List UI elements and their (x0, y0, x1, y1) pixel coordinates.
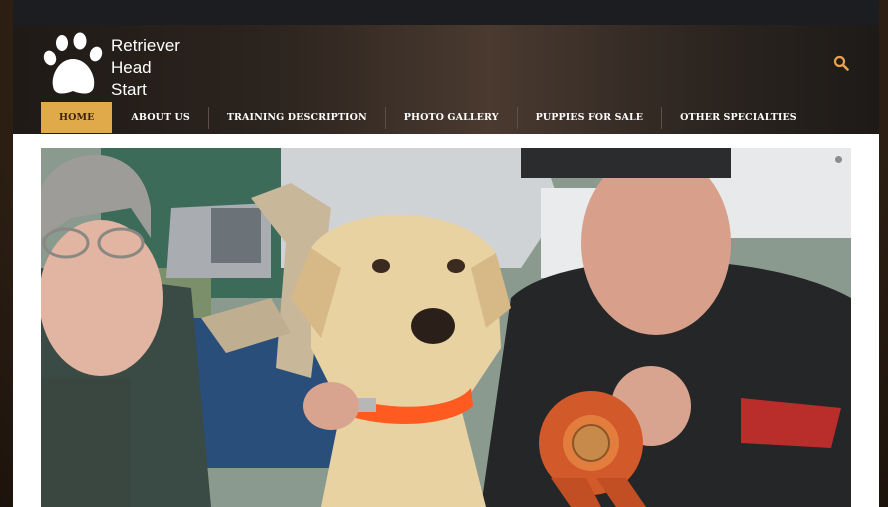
nav-about-label: ABOUT US (131, 112, 190, 123)
page-wrapper: Retriever Head Start HOME ABOUT US TRAIN… (13, 0, 879, 507)
hero-slideshow[interactable] (41, 148, 851, 507)
logo-line-3: Start (111, 80, 147, 99)
nav-specialties-label: OTHER SPECIALTIES (680, 112, 797, 123)
nav-puppies-for-sale[interactable]: PUPPIES FOR SALE (518, 102, 662, 133)
search-icon[interactable] (833, 55, 849, 71)
nav-gallery-label: PHOTO GALLERY (403, 112, 499, 123)
main-nav: HOME ABOUT US TRAINING DESCRIPTION PHOTO… (41, 102, 815, 133)
logo-line-2: Head (111, 58, 152, 77)
nav-photo-gallery[interactable]: PHOTO GALLERY (386, 102, 517, 133)
logo-line-1: Retriever (111, 36, 180, 55)
nav-home-label: HOME (59, 112, 95, 123)
top-bar (13, 0, 879, 25)
hero-photo (41, 148, 851, 507)
nav-training-description[interactable]: TRAINING DESCRIPTION (209, 102, 385, 133)
site-header: Retriever Head Start HOME ABOUT US TRAIN… (13, 25, 879, 134)
nav-other-specialties[interactable]: OTHER SPECIALTIES (662, 102, 815, 133)
site-logo[interactable]: Retriever Head Start (41, 31, 201, 101)
nav-home[interactable]: HOME (41, 102, 113, 133)
logo-text: Retriever Head Start (111, 35, 180, 101)
nav-puppies-label: PUPPIES FOR SALE (535, 112, 644, 123)
slideshow-indicator-dot[interactable] (835, 156, 842, 163)
nav-about-us[interactable]: ABOUT US (113, 102, 207, 133)
nav-training-label: TRAINING DESCRIPTION (226, 112, 367, 123)
paw-icon (43, 32, 103, 94)
main-content (13, 134, 879, 507)
